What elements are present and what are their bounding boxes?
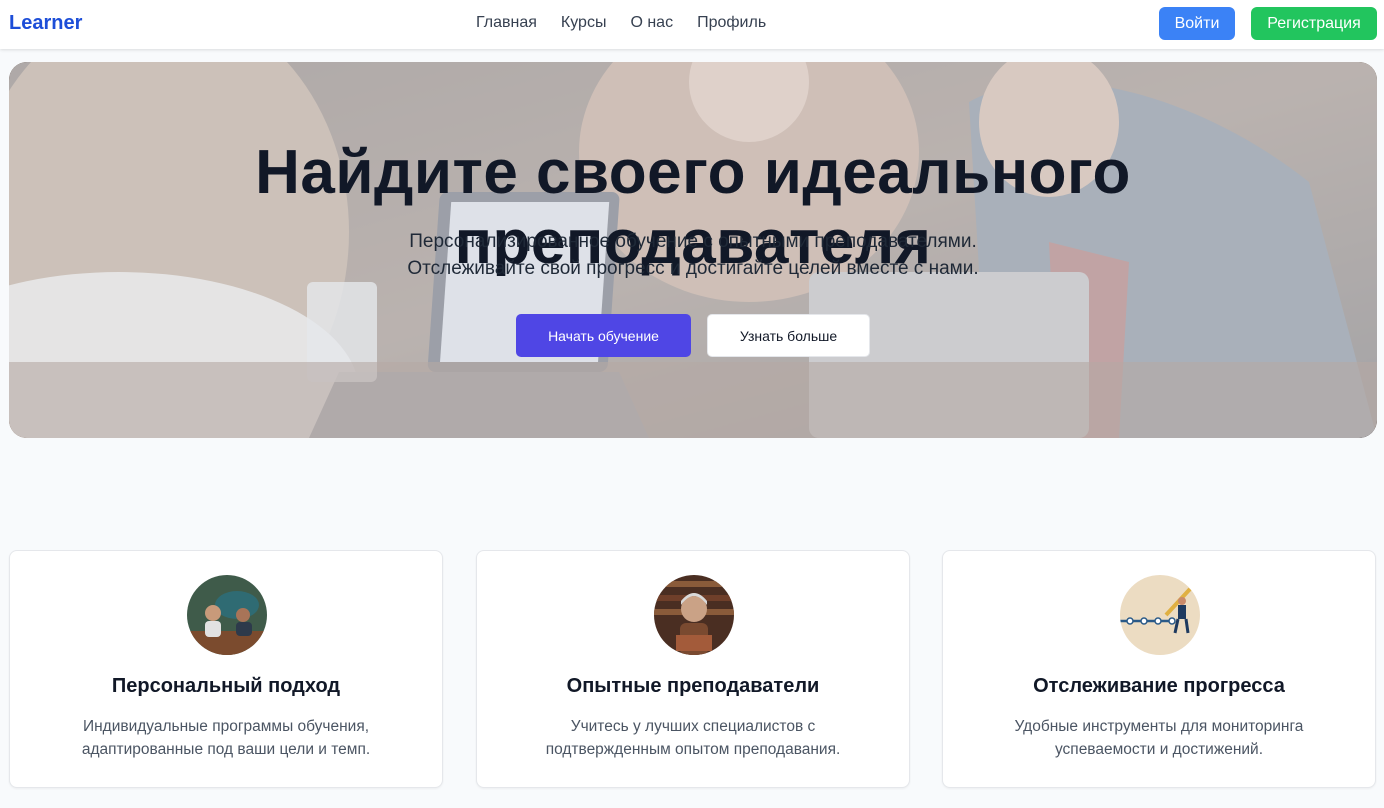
feature-card-personal: Персональный подход Индивидуальные прогр… [9,550,443,788]
feature-title-progress: Отслеживание прогресса [1033,675,1285,697]
hero-section: Найдите своего идеального преподавателя … [9,62,1377,438]
nav-item-courses[interactable]: Курсы [561,14,607,32]
hero-subtitle-line-1: Персонализированное обучение с опытными … [409,231,977,252]
login-button[interactable]: Войти [1159,7,1235,40]
feature-image-progress [1120,575,1200,655]
feature-image-teachers [654,575,734,655]
feature-card-progress: Отслеживание прогресса Удобные инструмен… [942,550,1376,788]
feature-text-progress: Удобные инструменты для мониторинга успе… [1014,718,1304,758]
feature-image-personal [187,575,267,655]
feature-text-teachers: Учитесь у лучших специалистов с подтверж… [545,718,841,758]
hero-subtitle: Персонализированное обучение с опытными … [9,228,1377,282]
start-learning-button[interactable]: Начать обучение [516,314,691,357]
learn-more-button[interactable]: Узнать больше [707,314,870,357]
main-nav: Главная Курсы О нас Профиль [476,14,766,32]
hero-subtitle-line-2: Отслеживайте свой прогресс и достигайте … [407,258,979,279]
feature-title-teachers: Опытные преподаватели [566,675,820,697]
nav-item-profile[interactable]: Профиль [697,14,766,32]
feature-card-teachers: Опытные преподаватели Учитесь у лучших с… [476,550,910,788]
logo[interactable]: Learner [9,12,82,35]
feature-text-personal: Индивидуальные программы обучения, адапт… [81,718,371,758]
site-header: Learner Главная Курсы О нас Профиль Войт… [0,0,1384,49]
feature-title-personal: Персональный подход [111,675,341,697]
nav-item-home[interactable]: Главная [476,14,537,32]
register-button[interactable]: Регистрация [1251,7,1377,40]
nav-item-about[interactable]: О нас [630,14,673,32]
